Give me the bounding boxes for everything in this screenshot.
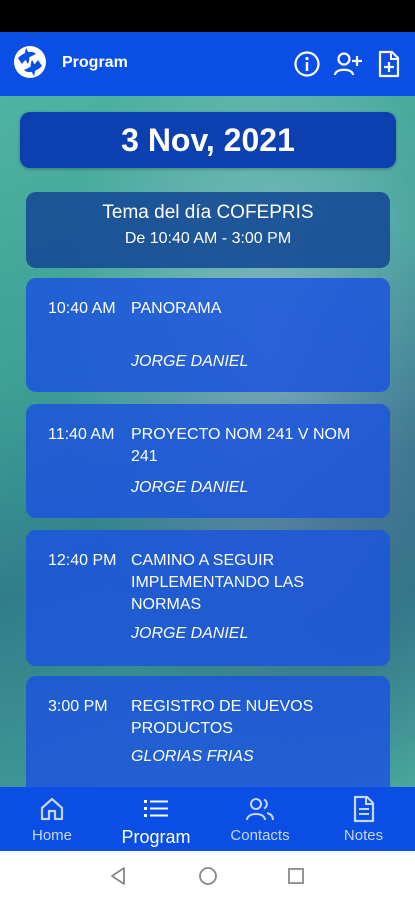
nav-label: Program [121,827,191,847]
session-title: REGISTRO DE NUEVOS PRODUCTOS [131,698,314,737]
session-card[interactable]: 12:40 PM CAMINO A SEGUIR IMPLEMENTANDO L… [26,530,390,666]
nav-item-home[interactable]: Home [0,787,104,851]
topic-title: Tema del día COFEPRIS [102,202,314,223]
info-icon [294,51,320,77]
nav-label: Home [31,827,72,844]
topic-time: De 10:40 AM - 3:00 PM [124,230,292,247]
recents-icon[interactable] [286,866,306,886]
session-title: CAMINO A SEGUIR IMPLEMENTANDO LAS NORMAS [131,552,305,613]
home-circle-icon[interactable] [198,866,218,886]
session-speaker: JORGE DANIEL [131,625,249,642]
app-title: Program [62,54,128,71]
session-card[interactable]: 11:40 AM PROYECTO NOM 241 V NOM 241 JORG… [26,404,390,518]
topic-card: Tema del día COFEPRIS De 10:40 AM - 3:00… [26,192,390,268]
program-content[interactable]: 3 Nov, 2021 Tema del día COFEPRIS De 10:… [0,96,415,787]
session-speaker: JORGE DANIEL [131,353,249,370]
session-time: 10:40 AM [48,300,116,317]
session-card[interactable]: 10:40 AM PANORAMA JORGE DANIEL [26,278,390,392]
info-button[interactable] [292,49,322,79]
nav-label: Notes [343,827,384,844]
add-contact-button[interactable] [333,49,363,79]
nav-item-contacts[interactable]: Contacts [208,787,312,851]
notes-icon [353,795,374,823]
session-title: PROYECTO NOM 241 V NOM 241 [131,426,351,465]
nav-item-program[interactable]: Program [104,787,208,851]
app-logo-icon [14,46,46,78]
session-time: 3:00 PM [48,698,108,715]
session-title: PANORAMA [131,300,222,317]
add-document-button[interactable] [374,49,404,79]
add-user-icon [333,52,362,76]
date-banner: 3 Nov, 2021 [20,112,396,168]
app-bar: Program [0,32,415,96]
session-time: 12:40 PM [48,552,117,569]
home-icon [40,797,64,821]
system-navigation-bar [0,851,415,900]
add-document-icon [378,50,400,78]
contacts-icon [246,798,274,821]
nav-label: Contacts [230,827,290,844]
status-bar [0,0,415,32]
session-card[interactable]: 3:00 PM REGISTRO DE NUEVOS PRODUCTOS GLO… [26,676,390,787]
list-icon [144,800,168,817]
back-icon[interactable] [108,866,128,886]
session-speaker: GLORIAS FRIAS [131,748,254,765]
nav-item-notes[interactable]: Notes [312,787,415,851]
bottom-navigation: Home Program Contacts Notes [0,787,415,851]
session-speaker: JORGE DANIEL [131,479,249,496]
session-time: 11:40 AM [48,426,115,443]
